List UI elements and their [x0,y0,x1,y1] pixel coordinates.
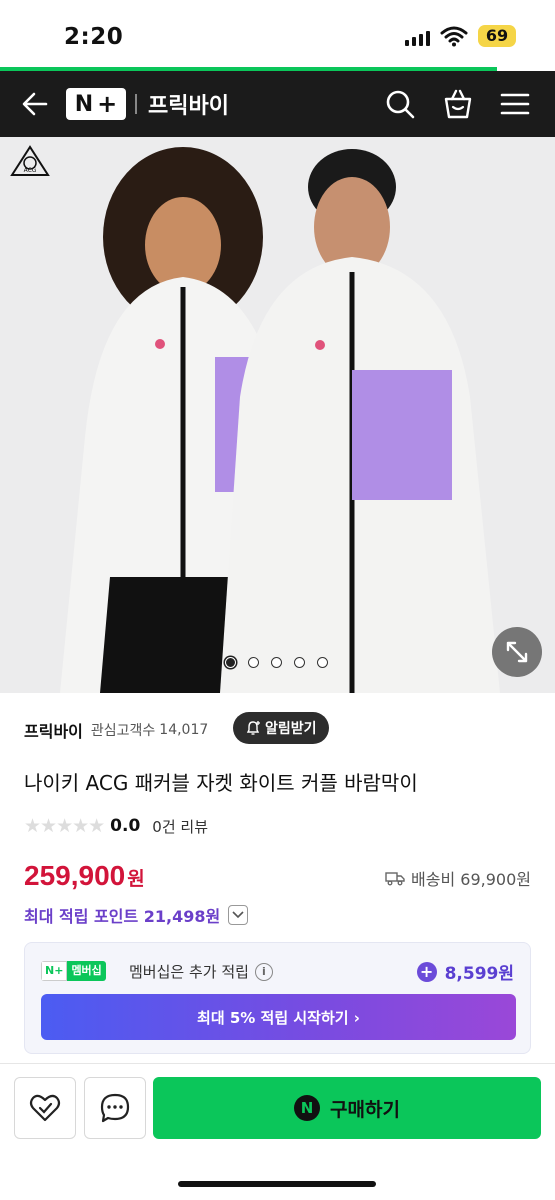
store-name[interactable]: 프릭바이 [24,718,83,742]
carousel-dot[interactable] [271,657,282,668]
chevron-down-icon[interactable] [228,905,249,925]
naver-plus-badge-icon: N+ [41,961,68,981]
rating-score: 0.0 [110,816,141,836]
expand-image-icon[interactable] [492,627,542,677]
rating-row[interactable]: ★★★★★ 0.0 0건 리뷰 [24,814,208,838]
extra-points-value: 8,599원 [444,964,514,984]
alarm-subscribe-button[interactable]: 알림받기 [233,712,329,744]
buy-button[interactable]: N 구매하기 [153,1077,541,1139]
battery-indicator: 69 [478,25,516,47]
heart-check-icon [29,1094,61,1122]
shipping-label: 배송비 69,900원 [411,870,531,889]
inquiry-button[interactable] [84,1077,146,1139]
membership-panel: N+ 멤버십 멤버십은 추가 적립 i + 8,599원 최대 5% 적립 시작… [24,942,531,1054]
points-label: 최대 적립 포인트 21,498원 [24,907,221,926]
carousel-dot[interactable] [225,657,236,668]
naver-pay-icon: N [294,1095,321,1121]
naver-plus-logo[interactable]: N + [66,88,126,120]
max-points[interactable]: 최대 적립 포인트 21,498원 [24,903,249,927]
product-photo: ACG [0,137,555,693]
status-time: 2:20 [64,24,124,50]
app-header: N + 프릭바이 [0,71,555,137]
membership-description: 멤버십은 추가 적립 [129,963,249,981]
carousel-dot[interactable] [248,657,259,668]
membership-badge: N+ 멤버십 [41,961,106,981]
svg-text:ACG: ACG [24,167,37,174]
product-image[interactable]: ACG [0,137,555,693]
menu-icon[interactable] [498,87,532,121]
plus-icon: + [97,90,118,118]
status-bar: 2:20 69 [0,0,555,68]
header-store-name[interactable]: 프릭바이 [148,88,229,120]
membership-start-button[interactable]: 최대 5% 적립 시작하기 › [41,994,516,1040]
bottom-action-bar: N 구매하기 [0,1063,555,1200]
bell-plus-icon [246,721,260,735]
home-indicator [178,1181,376,1187]
favorites-label: 관심고객수 [90,723,156,739]
review-count[interactable]: 0건 리뷰 [152,816,208,837]
chat-bubble-icon [100,1093,130,1123]
info-icon[interactable]: i [254,962,273,981]
header-divider [135,94,137,114]
price: 259,900 원 [24,860,145,892]
wishlist-button[interactable] [14,1077,76,1139]
rating-stars-icon: ★★★★★ [24,815,105,837]
membership-badge-label: 멤버십 [67,961,106,981]
membership-text: 멤버십은 추가 적립 i [129,961,273,982]
shopping-bag-icon[interactable] [441,87,475,121]
signal-icon [405,30,430,46]
buy-label: 구매하기 [330,1098,400,1121]
price-amount: 259,900 [24,860,126,891]
shipping-fee: 배송비 69,900원 [385,866,531,890]
carousel-indicator [225,657,328,668]
alarm-label: 알림받기 [265,721,317,737]
carousel-dot[interactable] [317,657,328,668]
wifi-icon [440,26,468,47]
back-arrow-icon[interactable] [18,87,52,121]
membership-extra-points: + 8,599원 [416,959,514,984]
product-title: 나이키 ACG 패커블 자켓 화이트 커플 바람막이 [24,771,418,795]
favorites-count: 14,017 [159,722,209,738]
search-icon[interactable] [383,87,417,121]
plus-circle-icon: + [416,961,437,982]
carousel-dot[interactable] [294,657,305,668]
naver-n-icon: N [74,91,94,117]
price-unit: 원 [127,868,145,890]
truck-icon [385,872,405,886]
